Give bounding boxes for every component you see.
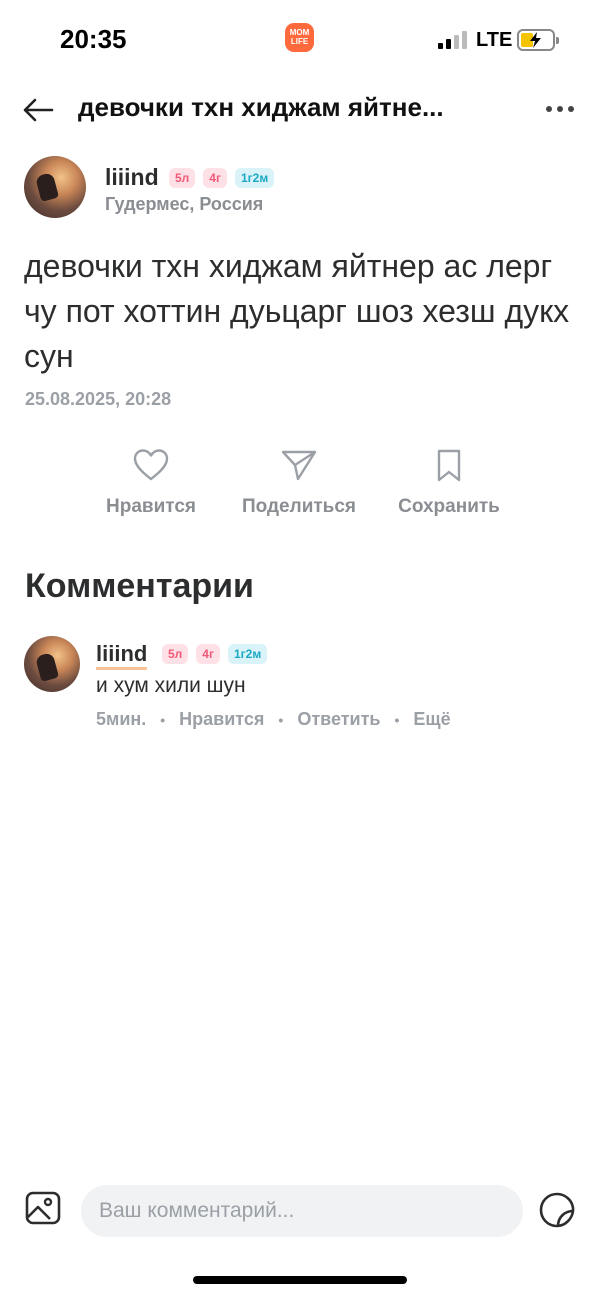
author-location: Гудермес, Россия xyxy=(105,194,264,214)
post-text: девочки тхн хиджам яйтнер ас лерг чу пот… xyxy=(24,248,570,374)
avatar[interactable] xyxy=(24,156,86,218)
like-label: Нравится xyxy=(106,496,196,517)
author-badges: 5л 4г 1г2м xyxy=(169,168,275,188)
header: девочки тхн хиджам яйтне... xyxy=(0,80,600,140)
app-logo-line1: MOM xyxy=(289,28,310,37)
save-label: Сохранить xyxy=(398,496,500,517)
image-icon xyxy=(25,1191,61,1225)
share-label: Поделиться xyxy=(241,496,357,517)
badge-child-age: 5л xyxy=(162,644,189,664)
home-indicator xyxy=(193,1276,407,1284)
comment-composer xyxy=(0,1183,600,1239)
battery-icon xyxy=(517,29,559,51)
comment-author-name[interactable]: liiind xyxy=(96,642,148,670)
page-title: девочки тхн хиджам яйтне... xyxy=(78,92,444,122)
comment-item: liiind 5л 4г 1г2м и хум хили шун 5мин. •… xyxy=(24,636,584,736)
status-time: 20:35 xyxy=(60,24,127,54)
comment-author-badges: 5л 4г 1г2м xyxy=(162,644,268,664)
badge-child-age: 1г2м xyxy=(227,644,268,664)
author-name[interactable]: liiind xyxy=(105,164,159,191)
comment-input[interactable] xyxy=(81,1185,523,1237)
comments-title: Комментарии xyxy=(25,567,254,605)
badge-child-age: 4г xyxy=(196,644,220,664)
separator-dot: • xyxy=(394,711,400,728)
heart-icon xyxy=(133,449,169,481)
app-logo-icon: MOM LIFE xyxy=(285,23,314,52)
share-button[interactable]: Поделиться xyxy=(229,448,369,518)
comment-avatar[interactable] xyxy=(24,636,80,692)
comment-reply-button[interactable]: Ответить xyxy=(297,709,380,730)
send-icon xyxy=(281,450,317,481)
separator-dot: • xyxy=(160,711,166,728)
post-author[interactable]: liiind 5л 4г 1г2м Гудермес, Россия xyxy=(24,156,584,222)
post-date: 25.08.2025, 20:28 xyxy=(25,389,172,409)
back-button[interactable] xyxy=(18,92,58,128)
comment-like-button[interactable]: Нравится xyxy=(179,709,264,730)
badge-child-age: 1г2м xyxy=(234,168,275,188)
status-bar: 20:35 MOM LIFE LTE xyxy=(0,0,600,80)
post-actions: Нравится Поделиться Сохранить xyxy=(0,448,600,528)
comment-meta: 5мин. • Нравится • Ответить • Ещё xyxy=(96,709,451,730)
bookmark-icon xyxy=(437,449,461,482)
badge-child-age: 5л xyxy=(169,168,196,188)
arrow-left-icon xyxy=(23,98,54,122)
more-options-button[interactable] xyxy=(540,94,580,124)
app-logo-line2: LIFE xyxy=(290,37,309,46)
separator-dot: • xyxy=(278,711,284,728)
attach-image-button[interactable] xyxy=(24,1189,62,1227)
like-button[interactable]: Нравится xyxy=(81,448,221,518)
save-button[interactable]: Сохранить xyxy=(379,448,519,518)
comment-time: 5мин. xyxy=(96,709,147,729)
comment-more-button[interactable]: Ещё xyxy=(413,709,450,730)
badge-child-age: 4г xyxy=(203,168,227,188)
network-label: LTE xyxy=(476,29,513,51)
sticker-icon xyxy=(539,1192,575,1228)
comment-text: и хум хили шун xyxy=(96,674,246,697)
sticker-button[interactable] xyxy=(538,1191,576,1229)
more-horizontal-icon xyxy=(546,106,552,112)
signal-icon xyxy=(438,31,468,49)
